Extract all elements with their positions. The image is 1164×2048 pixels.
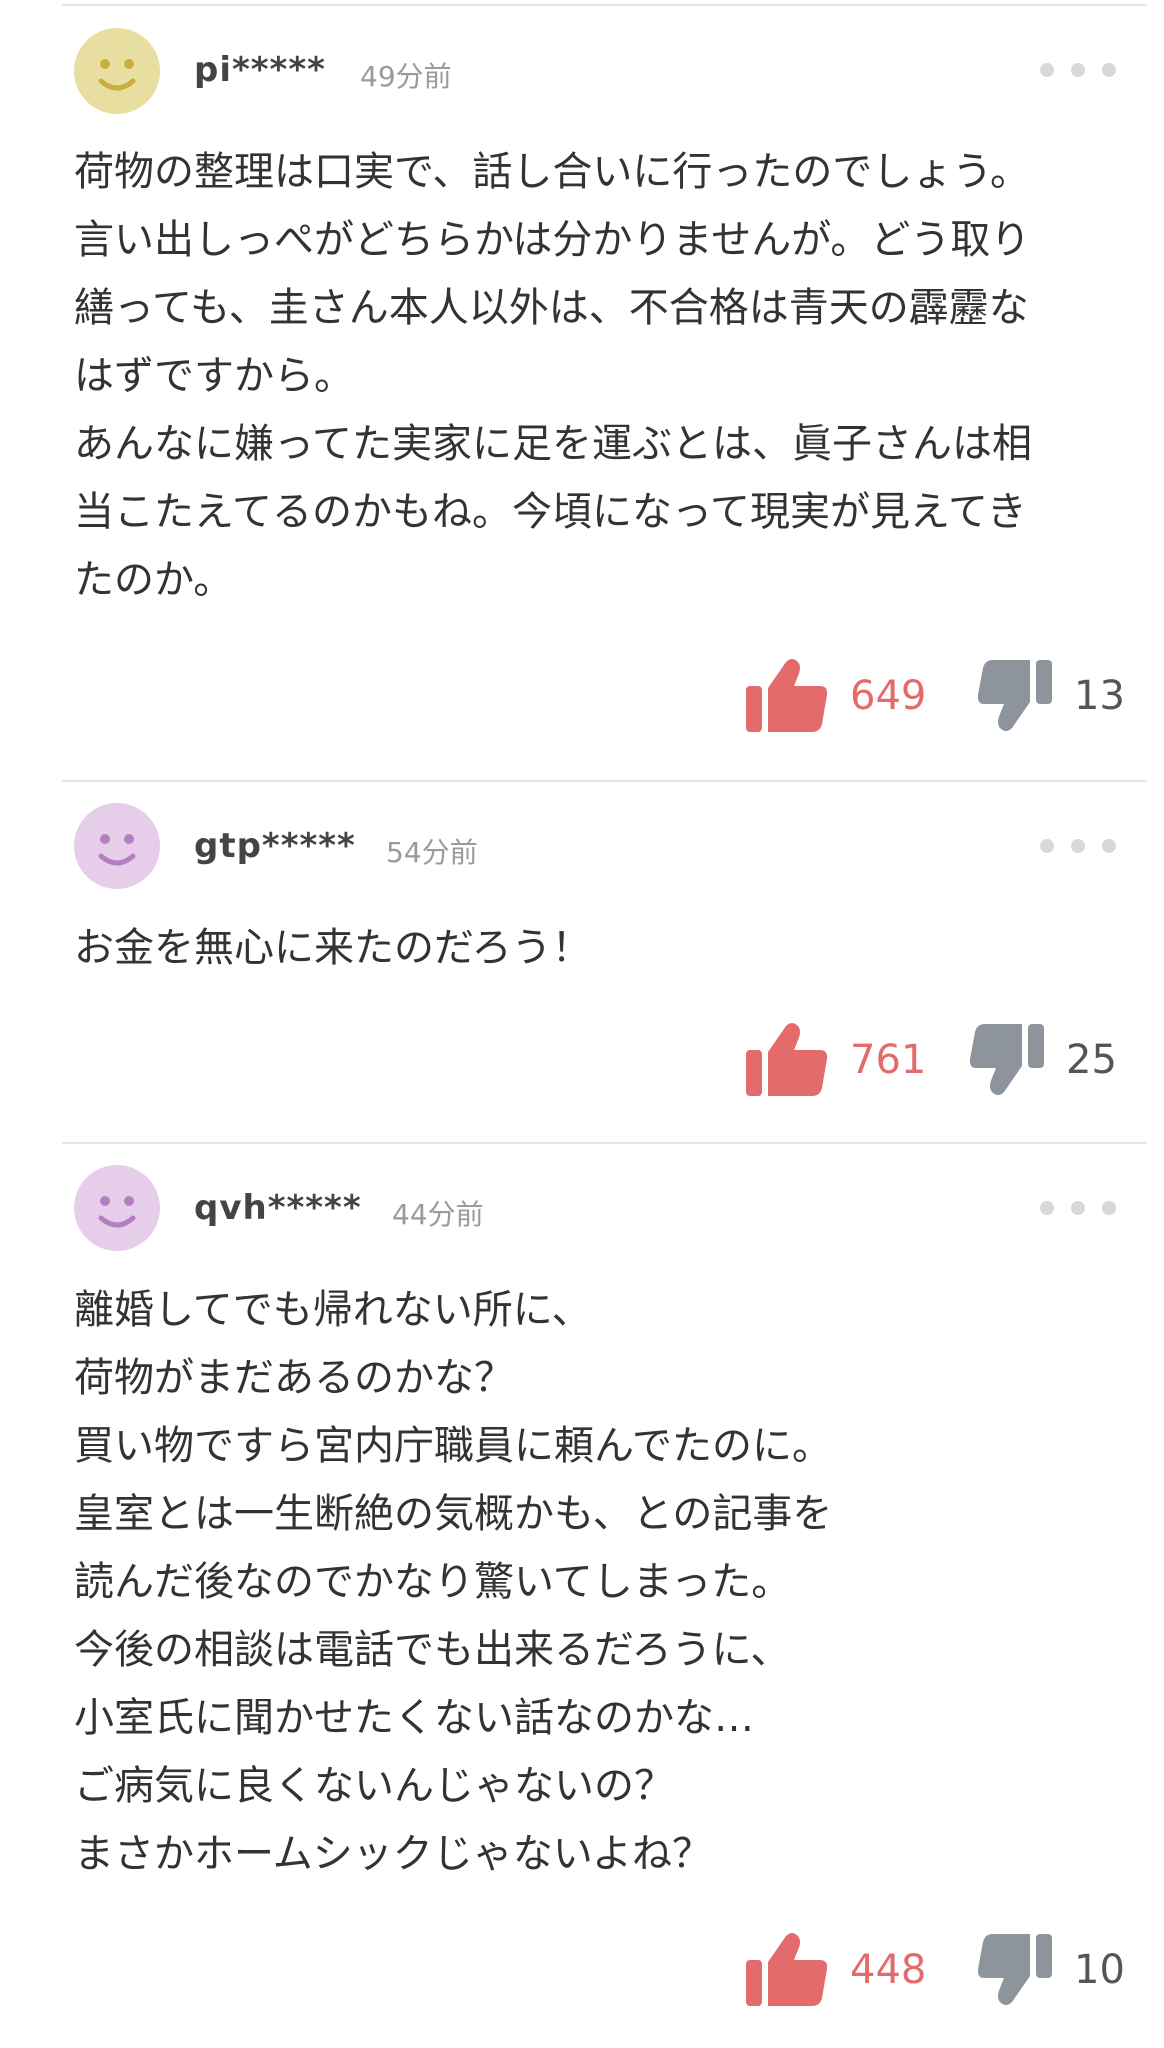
comment-body-line: 読んだ後なのでかなり驚いてしまった。 [74, 1559, 792, 1605]
username[interactable]: pi***** [194, 50, 326, 90]
comment-body-line: あんなに嫌ってた実家に足を運ぶとは、眞子さんは相 [74, 421, 1032, 467]
avatar[interactable] [74, 28, 160, 114]
comment-feed: pi***** 49分前 荷物の整理は口実で、話し合いに行ったのでしょう。 言い… [0, 0, 1164, 2048]
dislike-count: 13 [1074, 673, 1125, 719]
comment-body-line: 皇室とは一生断絶の気概かも、との記事を [74, 1491, 833, 1537]
comment-body-line: お金を無心に来たのだろう！ [74, 925, 592, 971]
comment-body-line: たのか。 [74, 557, 234, 603]
avatar[interactable] [74, 803, 160, 889]
comment-body: 離婚してでも帰れない所に、 荷物がまだあるのかな？ 買い物ですら宮内庁職員に頼ん… [74, 1276, 1144, 1888]
thumbs-down-icon [970, 1024, 1044, 1095]
dot-icon [1071, 1201, 1085, 1215]
comment-body: 荷物の整理は口実で、話し合いに行ったのでしょう。 言い出しっぺがどちらかは分かり… [74, 138, 1144, 614]
thumbs-up-icon [746, 1933, 828, 2006]
comment-body-line: 荷物がまだあるのかな？ [74, 1355, 514, 1401]
dot-icon [1102, 63, 1116, 77]
divider [62, 4, 1147, 6]
smiley-face-icon [74, 803, 160, 889]
dot-icon [1040, 839, 1054, 853]
more-options-button[interactable] [1040, 55, 1116, 85]
more-options-button[interactable] [1040, 1193, 1116, 1223]
comment-body: お金を無心に来たのだろう！ [74, 914, 1144, 982]
smiley-face-icon [74, 1165, 160, 1251]
divider [62, 780, 1147, 782]
avatar[interactable] [74, 1165, 160, 1251]
comment-body-line: 小室氏に聞かせたくない話なのかな… [74, 1695, 754, 1741]
dot-icon [1102, 1201, 1116, 1215]
dislike-button[interactable]: 25 [970, 1024, 1117, 1096]
timestamp: 49分前 [360, 60, 452, 93]
like-count: 649 [850, 673, 927, 719]
comment-body-line: 繕っても、圭さん本人以外は、不合格は青天の霹靂な [74, 285, 1029, 331]
thumbs-down-icon [978, 1934, 1052, 2005]
comment-body-line: 買い物ですら宮内庁職員に頼んでたのに。 [74, 1423, 832, 1469]
comment-body-line: 当こたえてるのかもね。今頃になって現実が見えてき [74, 489, 1027, 535]
like-button[interactable]: 649 [746, 658, 926, 734]
divider [62, 1142, 1147, 1144]
thumbs-up-icon [746, 659, 828, 732]
like-button[interactable]: 761 [746, 1022, 926, 1098]
dislike-count: 10 [1074, 1947, 1125, 1993]
comment-body-line: 荷物の整理は口実で、話し合いに行ったのでしょう。 [74, 149, 1030, 195]
comment-body-line: 離婚してでも帰れない所に、 [74, 1287, 592, 1333]
dislike-button[interactable]: 10 [978, 1934, 1125, 2006]
dot-icon [1040, 1201, 1054, 1215]
timestamp: 44分前 [392, 1198, 484, 1231]
comment-body-line: 今後の相談は電話でも出来るだろうに、 [74, 1627, 791, 1673]
username[interactable]: qvh***** [194, 1188, 362, 1228]
like-button[interactable]: 448 [746, 1932, 926, 2008]
dislike-button[interactable]: 13 [978, 660, 1125, 732]
comment-body-line: まさかホームシックじゃないよね？ [74, 1831, 712, 1877]
comment-body-line: ご病気に良くないんじゃないの？ [74, 1763, 674, 1809]
comment-body-line: 言い出しっぺがどちらかは分かりませんが。どう取り [74, 217, 1031, 263]
smiley-face-icon [74, 28, 160, 114]
dot-icon [1102, 839, 1116, 853]
username[interactable]: gtp***** [194, 826, 356, 866]
dislike-count: 25 [1066, 1037, 1117, 1083]
dot-icon [1071, 839, 1085, 853]
dot-icon [1071, 63, 1085, 77]
timestamp: 54分前 [386, 836, 478, 869]
thumbs-down-icon [978, 660, 1052, 731]
dot-icon [1040, 63, 1054, 77]
thumbs-up-icon [746, 1023, 828, 1096]
more-options-button[interactable] [1040, 831, 1116, 861]
comment-body-line: はずですから。 [74, 353, 354, 399]
like-count: 448 [850, 1947, 927, 1993]
like-count: 761 [850, 1037, 927, 1083]
